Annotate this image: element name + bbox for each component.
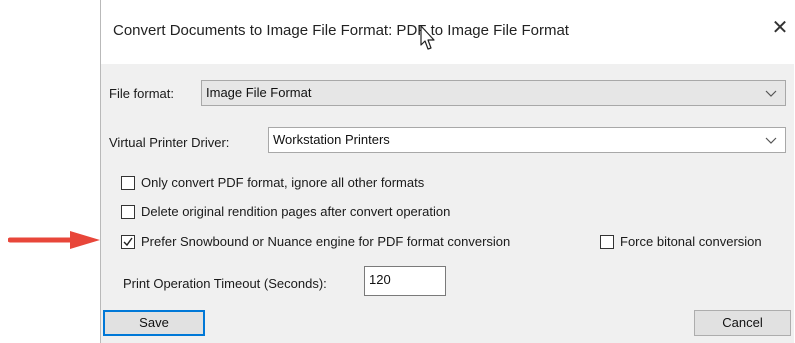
prefer-snowbound-label: Prefer Snowbound or Nuance engine for PD… <box>141 234 511 249</box>
timeout-input[interactable]: 120 <box>364 266 446 296</box>
red-arrow-icon <box>8 231 100 249</box>
force-bitonal-label: Force bitonal conversion <box>620 234 762 249</box>
printer-driver-label: Virtual Printer Driver: <box>109 135 230 150</box>
only-pdf-checkbox[interactable] <box>121 176 135 190</box>
close-button[interactable]: ✕ <box>768 16 792 40</box>
dialog-title: Convert Documents to Image File Format: … <box>113 22 569 39</box>
chevron-down-icon <box>765 137 777 144</box>
file-format-select[interactable]: Image File Format <box>201 80 786 106</box>
chevron-down-icon <box>765 90 777 97</box>
delete-rendition-label: Delete original rendition pages after co… <box>141 204 451 219</box>
timeout-label: Print Operation Timeout (Seconds): <box>123 276 327 291</box>
close-icon: ✕ <box>771 17 789 39</box>
force-bitonal-checkbox[interactable] <box>600 235 614 249</box>
save-button[interactable]: Save <box>103 310 205 336</box>
file-format-value: Image File Format <box>206 85 312 100</box>
delete-rendition-checkbox[interactable] <box>121 205 135 219</box>
file-format-label: File format: <box>109 86 175 101</box>
title-bar: Convert Documents to Image File Format: … <box>101 0 794 64</box>
cancel-button[interactable]: Cancel <box>694 310 791 336</box>
printer-driver-select[interactable]: Workstation Printers <box>268 127 786 153</box>
convert-dialog: Convert Documents to Image File Format: … <box>100 0 794 343</box>
prefer-snowbound-checkbox[interactable] <box>121 235 135 249</box>
only-pdf-label: Only convert PDF format, ignore all othe… <box>141 175 425 190</box>
printer-driver-value: Workstation Printers <box>273 132 390 147</box>
checkmark-icon <box>123 237 133 247</box>
mouse-cursor-icon <box>420 25 435 50</box>
